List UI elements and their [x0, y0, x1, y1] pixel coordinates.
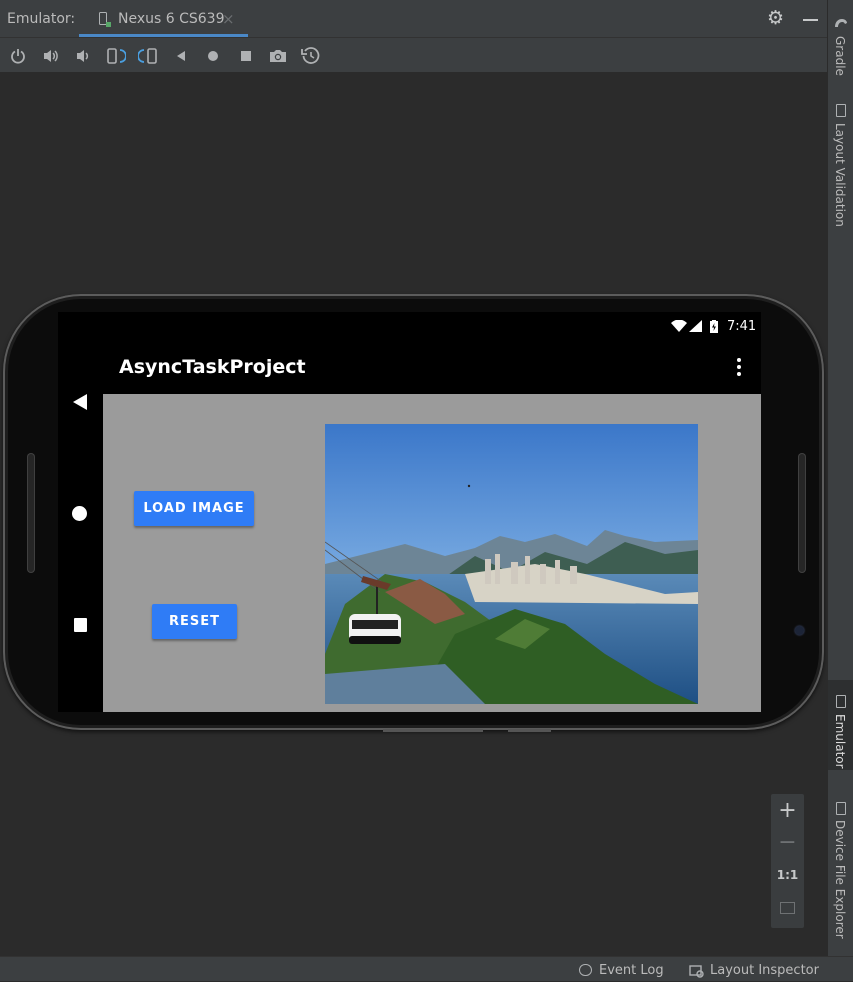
tool-tab-emulator[interactable]: Emulator: [833, 714, 847, 769]
layout-inspector-button[interactable]: Layout Inspector: [710, 963, 819, 978]
fit-screen-icon[interactable]: [780, 902, 795, 914]
event-log-button[interactable]: Event Log: [599, 963, 664, 978]
nav-recents-icon[interactable]: [74, 618, 87, 632]
tool-tab-layout-validation[interactable]: Layout Validation: [833, 123, 847, 227]
overflow-menu-icon[interactable]: [737, 357, 742, 376]
loaded-image: [325, 424, 698, 704]
emulator-tab-selected[interactable]: Emulator: [828, 680, 853, 770]
wifi-icon: [671, 319, 687, 335]
status-clock: 7:41: [727, 319, 757, 334]
power-icon[interactable]: [8, 46, 28, 66]
nav-home-icon[interactable]: [72, 506, 87, 521]
layout-inspector-icon: [689, 963, 705, 982]
emulator-tab-bar: Emulator: Nexus 6 CS639 × ⚙: [0, 0, 827, 38]
home-icon[interactable]: [203, 46, 223, 66]
event-log-icon: [579, 964, 592, 976]
snapshot-icon[interactable]: [301, 46, 321, 66]
load-image-button[interactable]: LOAD IMAGE: [134, 491, 254, 526]
zoom-in-button[interactable]: +: [771, 798, 804, 823]
nav-back-icon[interactable]: [73, 394, 87, 410]
reset-button[interactable]: RESET: [152, 604, 237, 639]
left-speaker-slot: [27, 453, 35, 573]
ide-status-bar: Event Log Layout Inspector: [0, 956, 853, 981]
right-speaker-slot: [798, 453, 806, 573]
overview-icon[interactable]: [236, 46, 256, 66]
signal-icon: [689, 320, 702, 335]
zoom-controls: + − 1:1: [771, 794, 804, 928]
emulator-toolbar: [0, 38, 827, 72]
right-tool-strip: Gradle Layout Validation Emulator Device…: [827, 0, 853, 956]
layout-validation-icon: [836, 104, 846, 117]
gradle-icon: [833, 14, 849, 33]
close-tab-icon[interactable]: ×: [222, 10, 235, 28]
rotate-left-icon[interactable]: [106, 46, 126, 66]
camera-lens: [795, 626, 804, 635]
tab-title: Nexus 6 CS639: [118, 11, 225, 27]
minimize-icon[interactable]: [803, 19, 818, 21]
tool-tab-device-file-explorer[interactable]: Device File Explorer: [833, 820, 847, 939]
rotate-right-icon[interactable]: [138, 46, 158, 66]
volume-down-icon[interactable]: [73, 46, 93, 66]
emulator-panel-label: Emulator:: [7, 11, 76, 27]
actual-size-button[interactable]: 1:1: [771, 868, 804, 882]
power-button[interactable]: [508, 729, 551, 732]
emulator-device-icon: [836, 695, 846, 708]
battery-charging-icon: [710, 320, 718, 336]
volume-up-icon[interactable]: [41, 46, 61, 66]
device-file-explorer-icon: [836, 802, 846, 815]
camera-icon[interactable]: [268, 46, 288, 66]
device-icon: [99, 12, 111, 27]
gear-icon[interactable]: ⚙: [767, 7, 784, 29]
tab-nexus-6[interactable]: Nexus 6 CS639 ×: [79, 0, 248, 37]
tool-tab-gradle[interactable]: Gradle: [833, 36, 847, 76]
app-title: AsyncTaskProject: [119, 356, 306, 378]
back-icon[interactable]: [171, 46, 191, 66]
volume-button[interactable]: [383, 729, 483, 732]
zoom-out-button[interactable]: −: [771, 830, 804, 855]
